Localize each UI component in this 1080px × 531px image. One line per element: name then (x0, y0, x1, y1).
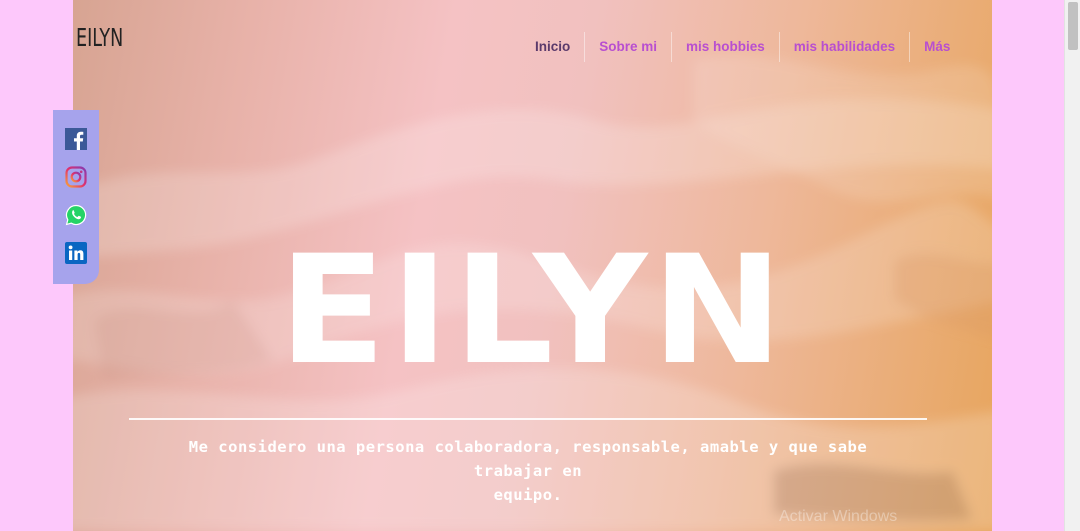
right-margin (992, 0, 1064, 531)
site-logo[interactable]: EILYN (76, 23, 123, 52)
whatsapp-icon[interactable] (65, 204, 87, 226)
vertical-scrollbar[interactable] (1064, 0, 1080, 531)
linkedin-icon[interactable] (65, 242, 87, 264)
hero-subtitle-line-2: equipo. (493, 486, 563, 504)
social-bar (53, 110, 99, 284)
nav-item-mis-hobbies[interactable]: mis hobbies (672, 32, 780, 62)
nav-item-mis-habilidades[interactable]: mis habilidades (780, 32, 911, 62)
hero-section: EILYN Inicio Sobre mi mis hobbies mis ha… (73, 0, 992, 531)
facebook-icon[interactable] (65, 128, 87, 150)
activation-watermark: Activar Windows (779, 508, 898, 525)
scrollbar-thumb[interactable] (1068, 2, 1078, 50)
hero-title: EILYN (278, 224, 788, 398)
nav-item-sobre-mi[interactable]: Sobre mi (585, 32, 673, 62)
nav-item-inicio[interactable]: Inicio (521, 32, 586, 62)
main-nav: Inicio Sobre mi mis hobbies mis habilida… (521, 32, 950, 62)
nav-item-mas[interactable]: Más (910, 32, 950, 62)
hero-subtitle: Me considero una persona colaboradora, r… (173, 435, 883, 507)
hero-divider (129, 418, 927, 420)
instagram-icon[interactable] (65, 166, 87, 188)
hero-subtitle-line-1: Me considero una persona colaboradora, r… (188, 438, 868, 480)
